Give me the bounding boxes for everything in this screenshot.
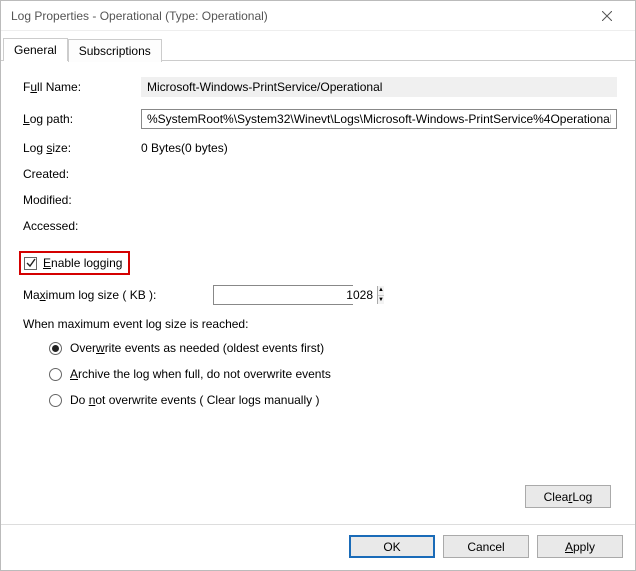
radio-group-overflow: Overwrite events as needed (oldest event… <box>23 341 617 419</box>
general-panel: Full Name: Microsoft-Windows-PrintServic… <box>1 61 635 524</box>
tab-bar: General Subscriptions <box>1 35 635 61</box>
row-full-name: Full Name: Microsoft-Windows-PrintServic… <box>23 77 617 97</box>
input-log-path[interactable] <box>141 109 617 129</box>
radio-label: Do not overwrite events ( Clear logs man… <box>70 393 319 407</box>
dialog-window: Log Properties - Operational (Type: Oper… <box>0 0 636 571</box>
input-max-size[interactable] <box>214 286 377 304</box>
apply-button[interactable]: Apply <box>537 535 623 558</box>
radio-label: Archive the log when full, do not overwr… <box>70 367 331 381</box>
tab-subscriptions[interactable]: Subscriptions <box>68 39 162 62</box>
row-log-path: Log path: <box>23 109 617 129</box>
ok-button[interactable]: OK <box>349 535 435 558</box>
row-accessed: Accessed: <box>23 219 617 233</box>
radio-icon <box>49 368 62 381</box>
row-max-size: Maximum log size ( KB ): ▲ ▼ <box>23 285 617 305</box>
close-button[interactable] <box>587 2 627 30</box>
label-when-max: When maximum event log size is reached: <box>23 317 617 331</box>
row-modified: Modified: <box>23 193 617 207</box>
radio-overwrite[interactable]: Overwrite events as needed (oldest event… <box>49 341 617 355</box>
radio-icon <box>49 394 62 407</box>
titlebar: Log Properties - Operational (Type: Oper… <box>1 1 635 31</box>
spinner-max-size[interactable]: ▲ ▼ <box>213 285 353 305</box>
label-accessed: Accessed: <box>23 219 141 233</box>
highlight-enable-logging: Enable logging <box>19 251 130 275</box>
radio-icon <box>49 342 62 355</box>
label-modified: Modified: <box>23 193 141 207</box>
label-max-size: Maximum log size ( KB ): <box>23 288 213 302</box>
radio-do-not-overwrite[interactable]: Do not overwrite events ( Clear logs man… <box>49 393 617 407</box>
label-created: Created: <box>23 167 141 181</box>
row-enable-logging: Enable logging <box>23 251 617 275</box>
spinner-up[interactable]: ▲ <box>378 286 384 296</box>
label-log-path: Log path: <box>23 112 141 126</box>
spinner-down[interactable]: ▼ <box>378 296 384 305</box>
value-log-size: 0 Bytes(0 bytes) <box>141 141 617 155</box>
dialog-footer: OK Cancel Apply <box>1 524 635 570</box>
cancel-button[interactable]: Cancel <box>443 535 529 558</box>
radio-archive[interactable]: Archive the log when full, do not overwr… <box>49 367 617 381</box>
row-created: Created: <box>23 167 617 181</box>
label-log-size: Log size: <box>23 141 141 155</box>
value-full-name: Microsoft-Windows-PrintService/Operation… <box>141 77 617 97</box>
clear-log-button[interactable]: Clear Log <box>525 485 611 508</box>
label-full-name: Full Name: <box>23 80 141 94</box>
radio-label: Overwrite events as needed (oldest event… <box>70 341 324 355</box>
checkbox-enable-logging[interactable] <box>24 257 37 270</box>
tab-general[interactable]: General <box>3 38 68 61</box>
row-log-size: Log size: 0 Bytes(0 bytes) <box>23 141 617 155</box>
window-title: Log Properties - Operational (Type: Oper… <box>11 9 587 23</box>
label-enable-logging: Enable logging <box>43 256 122 270</box>
